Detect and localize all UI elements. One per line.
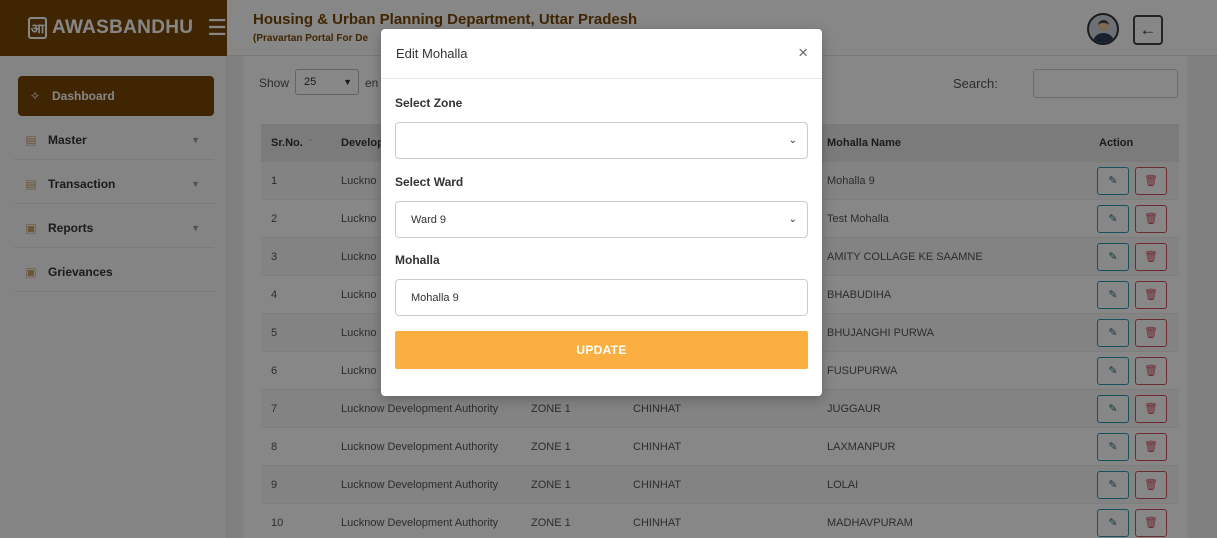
ward-select[interactable]: Ward 9 ⌄: [395, 201, 808, 238]
update-button[interactable]: UPDATE: [395, 331, 808, 369]
mohalla-input[interactable]: Mohalla 9: [395, 279, 808, 316]
zone-label: Select Zone: [395, 96, 463, 110]
ward-label: Select Ward: [395, 175, 464, 189]
modal-title: Edit Mohalla: [396, 46, 468, 61]
zone-select[interactable]: ⌄: [395, 122, 808, 159]
edit-mohalla-modal: Edit Mohalla × Select Zone ⌄ Select Ward…: [381, 29, 822, 396]
close-icon[interactable]: ×: [798, 44, 808, 61]
ward-select-value: Ward 9: [411, 213, 447, 226]
modal-header: Edit Mohalla ×: [381, 29, 822, 79]
mohalla-label: Mohalla: [395, 253, 440, 267]
chevron-down-icon: ⌄: [788, 214, 797, 225]
chevron-down-icon: ⌄: [788, 135, 797, 146]
mohalla-input-value: Mohalla 9: [411, 291, 459, 304]
